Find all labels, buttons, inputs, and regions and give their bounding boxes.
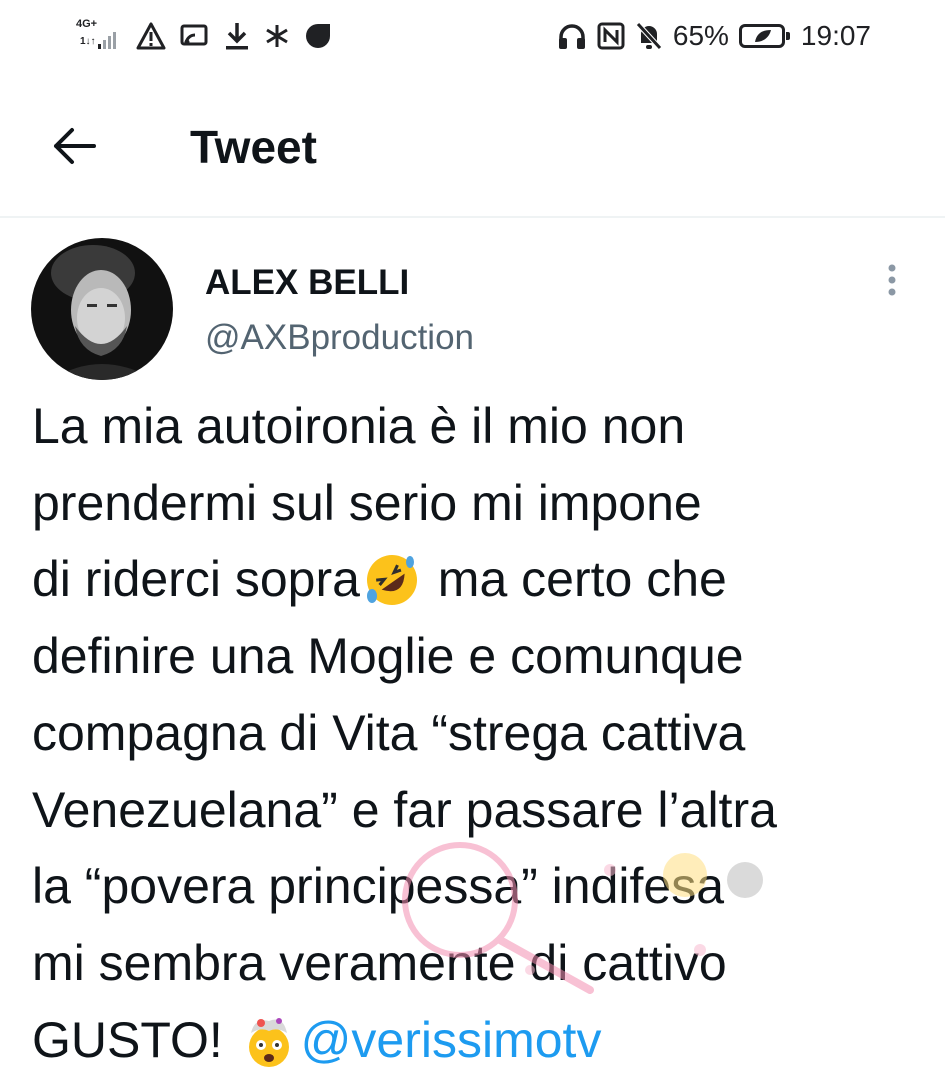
signal-icon bbox=[98, 32, 116, 49]
back-button[interactable] bbox=[50, 124, 98, 168]
tweet-line: Venezuelana” e far passare l’altra bbox=[32, 781, 777, 838]
asterisk-icon bbox=[266, 25, 288, 47]
avatar-photo bbox=[31, 238, 173, 380]
author-avatar[interactable] bbox=[31, 238, 173, 380]
tweet-text: La mia autoironia è il mio non prendermi… bbox=[32, 388, 922, 1078]
header-divider bbox=[0, 216, 945, 218]
headphones-icon bbox=[558, 24, 585, 49]
tweet-line: di riderci sopra ma certo che bbox=[32, 541, 922, 618]
warning-icon bbox=[136, 22, 166, 50]
exploding-head-emoji bbox=[248, 1017, 289, 1067]
status-bar: 4G+ 1↓↑ 65% 19:07 bbox=[0, 0, 945, 74]
tweet-line: prendermi sul serio mi impone bbox=[32, 474, 702, 531]
tweet-line-part: di riderci sopra bbox=[32, 551, 360, 608]
battery-percentage: 65% bbox=[672, 20, 729, 51]
status-bar-right: 65% 19:07 bbox=[557, 18, 871, 54]
vertical-dots-icon bbox=[888, 264, 896, 296]
more-options-button[interactable] bbox=[870, 260, 914, 304]
nfc-icon bbox=[597, 22, 625, 50]
clock: 19:07 bbox=[800, 20, 871, 51]
author-name[interactable]: ALEX BELLI bbox=[205, 263, 409, 303]
battery-icon bbox=[738, 24, 790, 48]
page-title: Tweet bbox=[190, 121, 317, 173]
tweet-line: mi sembra veramente di cattivo bbox=[32, 934, 727, 991]
mention-link[interactable]: @verissimotv bbox=[301, 1012, 602, 1068]
status-bar-left: 4G+ 1↓↑ bbox=[76, 18, 332, 54]
network-type: 4G+ bbox=[76, 18, 98, 30]
mute-bell-icon bbox=[636, 22, 662, 50]
tweet-line-part: GUSTO! bbox=[32, 1011, 237, 1068]
app-header: Tweet bbox=[0, 74, 945, 217]
network-indicator: 4G+ 1↓↑ bbox=[76, 19, 122, 53]
rolling-on-floor-laughing-emoji bbox=[366, 555, 417, 606]
tweet-line: compagna di Vita “strega cattiva bbox=[32, 704, 746, 761]
tweet-line: definire una Moglie e comunque bbox=[32, 628, 744, 685]
record-icon bbox=[306, 24, 330, 48]
download-icon bbox=[226, 23, 248, 50]
arrow-left-icon bbox=[54, 128, 96, 164]
tweet-line: La mia autoironia è il mio non bbox=[32, 398, 686, 454]
network-activity: 1↓↑ bbox=[80, 36, 96, 47]
tweet-line: GUSTO! @verissimotv bbox=[32, 1002, 922, 1078]
tweet-line-part: ma certo che bbox=[423, 551, 727, 608]
tweet-line: la “povera principessa” indifesa bbox=[32, 858, 725, 915]
author-handle[interactable]: @AXBproduction bbox=[205, 318, 474, 358]
cast-icon bbox=[180, 24, 208, 46]
